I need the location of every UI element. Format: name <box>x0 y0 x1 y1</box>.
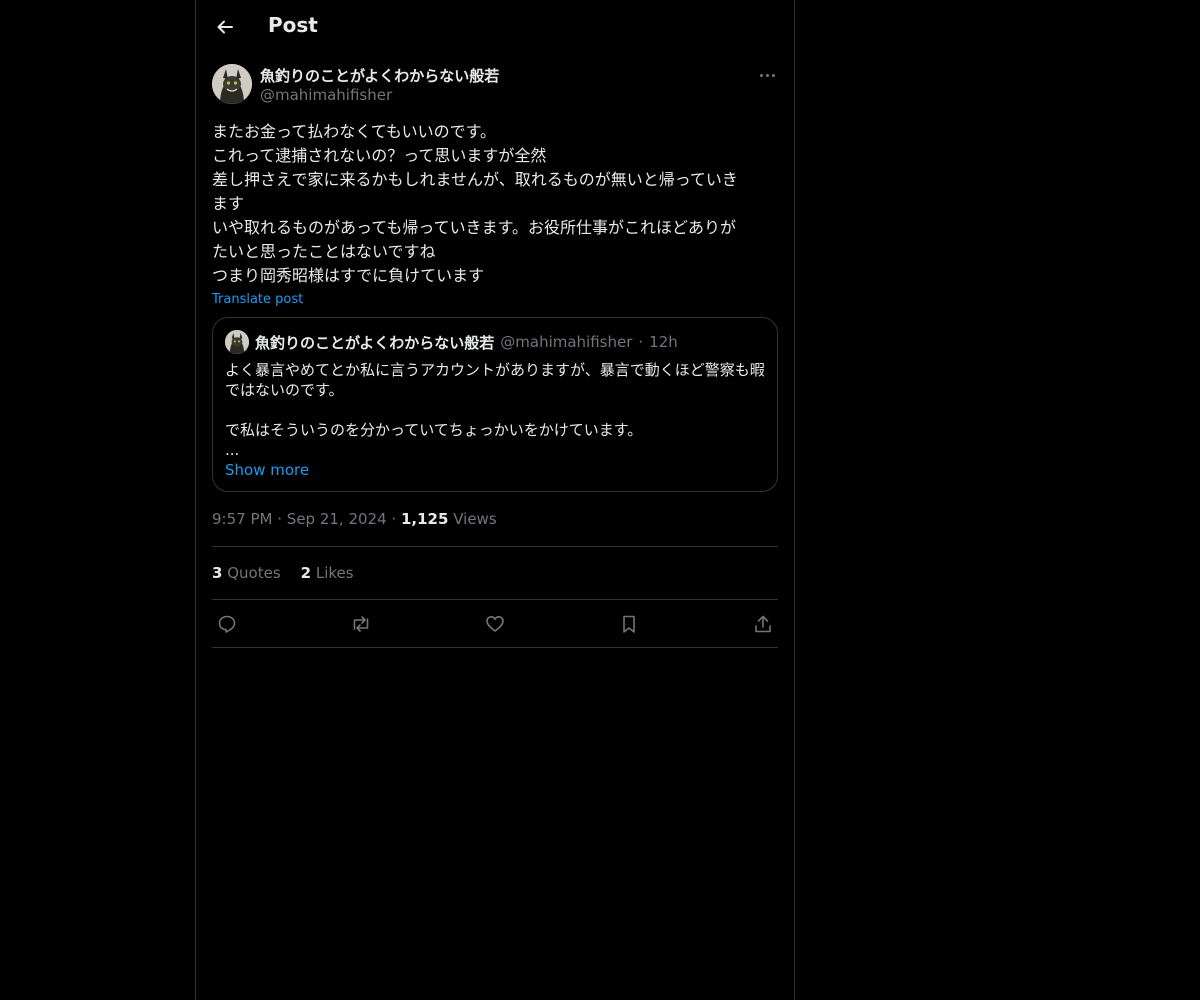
avatar[interactable] <box>212 64 252 104</box>
post-line: これって逮捕されないの？って思いますが全然 <box>212 146 547 165</box>
quotes-label: Quotes <box>227 564 281 582</box>
quoted-author-handle: @mahimahifisher <box>500 333 633 351</box>
quoted-line: ... <box>225 441 240 459</box>
likes-label: Likes <box>315 564 354 582</box>
views-label: Views <box>453 510 497 528</box>
post-line: またお金って払わなくてもいいのです。 <box>212 122 497 141</box>
reply-button[interactable] <box>212 609 242 639</box>
likes-stat[interactable]: 2 Likes <box>301 564 354 582</box>
author-row: 魚釣りのことがよくわからない般若 @mahimahifisher <box>196 64 794 114</box>
repost-icon <box>353 615 369 632</box>
post-line: たいと思ったことはないですね <box>212 242 436 261</box>
quoted-line: ではないのです。 <box>225 381 344 399</box>
post-line: つまり岡秀昭様はすでに負けています <box>212 266 485 285</box>
quoted-author-name: 魚釣りのことがよくわからない般若 <box>255 333 495 352</box>
post-line: 差し押さえで家に来るかもしれませんが、取れるものが無いと帰っていき <box>212 170 738 189</box>
author-name[interactable]: 魚釣りのことがよくわからない般若 <box>260 65 499 86</box>
show-more-link[interactable]: Show more <box>225 461 309 479</box>
heart-icon <box>486 615 504 632</box>
post-meta: 9:57 PM · Sep 21, 2024 · 1,125 Views <box>196 510 794 530</box>
separator-dot: · <box>391 510 397 528</box>
quoted-post-header: 魚釣りのことがよくわからない般若 @mahimahifisher · 12h <box>225 330 765 354</box>
quotes-count: 3 <box>212 564 223 582</box>
post-line: いや取れるものがあっても帰っていきます。お役所仕事がこれほどありが <box>212 218 737 237</box>
header: Post <box>196 0 794 54</box>
more-icon <box>759 73 763 77</box>
post-text: またお金って払わなくてもいいのです。 これって逮捕されないの？って思いますが全然… <box>196 120 794 307</box>
bookmark-icon <box>623 615 635 633</box>
post-stats: 3 Quotes 2 Likes <box>196 547 794 599</box>
action-bar <box>212 600 778 648</box>
separator-dot: · <box>277 510 283 528</box>
back-button[interactable] <box>208 10 242 44</box>
reply-icon <box>218 615 236 633</box>
quoted-line: よく暴言やめてとか私に言うアカウントがありますが、暴言で動くほど警察も暇 <box>225 361 765 379</box>
post-time[interactable]: 9:57 PM <box>212 510 272 528</box>
share-icon <box>755 615 771 632</box>
quoted-line: で私はそういうのを分かっていてちょっかいをかけています。 <box>225 421 643 439</box>
quoted-avatar <box>225 330 249 354</box>
author-handle[interactable]: @mahimahifisher <box>260 86 392 104</box>
quoted-post[interactable]: 魚釣りのことがよくわからない般若 @mahimahifisher · 12h よ… <box>212 317 778 492</box>
translate-post-link[interactable]: Translate post <box>212 292 303 307</box>
quotes-stat[interactable]: 3 Quotes <box>212 564 281 582</box>
quoted-line <box>225 400 765 420</box>
bookmark-button[interactable] <box>614 609 644 639</box>
share-button[interactable] <box>748 609 778 639</box>
post-line: ます <box>212 194 245 213</box>
like-button[interactable] <box>480 609 510 639</box>
repost-button[interactable] <box>346 609 376 639</box>
views-count: 1,125 <box>400 510 449 528</box>
likes-count: 2 <box>300 564 312 582</box>
page-title: Post <box>268 13 318 37</box>
post-column: Post 魚釣りのことがよくわからない般若 @mahimahifisher また… <box>195 0 795 1000</box>
quoted-post-time: 12h <box>649 333 678 351</box>
separator-dot: · <box>638 333 644 351</box>
more-button[interactable] <box>754 68 780 82</box>
arrow-left-icon <box>217 20 233 34</box>
quoted-post-text: よく暴言やめてとか私に言うアカウントがありますが、暴言で動くほど警察も暇 ではな… <box>225 360 765 460</box>
post-date[interactable]: Sep 21, 2024 <box>287 510 387 528</box>
